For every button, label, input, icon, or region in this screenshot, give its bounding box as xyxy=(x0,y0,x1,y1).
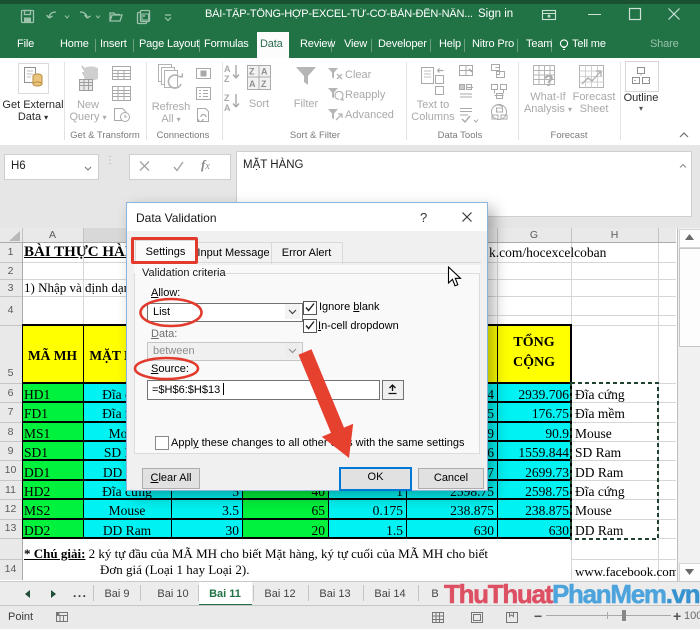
svg-text:A: A xyxy=(249,79,256,89)
svg-text:?: ? xyxy=(544,73,554,90)
svg-text:Z: Z xyxy=(249,67,255,77)
svg-text:A: A xyxy=(261,67,268,77)
svg-text:A: A xyxy=(224,64,231,74)
svg-text:Z: Z xyxy=(261,79,267,89)
svg-text:Z: Z xyxy=(224,93,230,103)
svg-text:Z: Z xyxy=(224,74,230,84)
svg-text:A: A xyxy=(224,103,231,113)
